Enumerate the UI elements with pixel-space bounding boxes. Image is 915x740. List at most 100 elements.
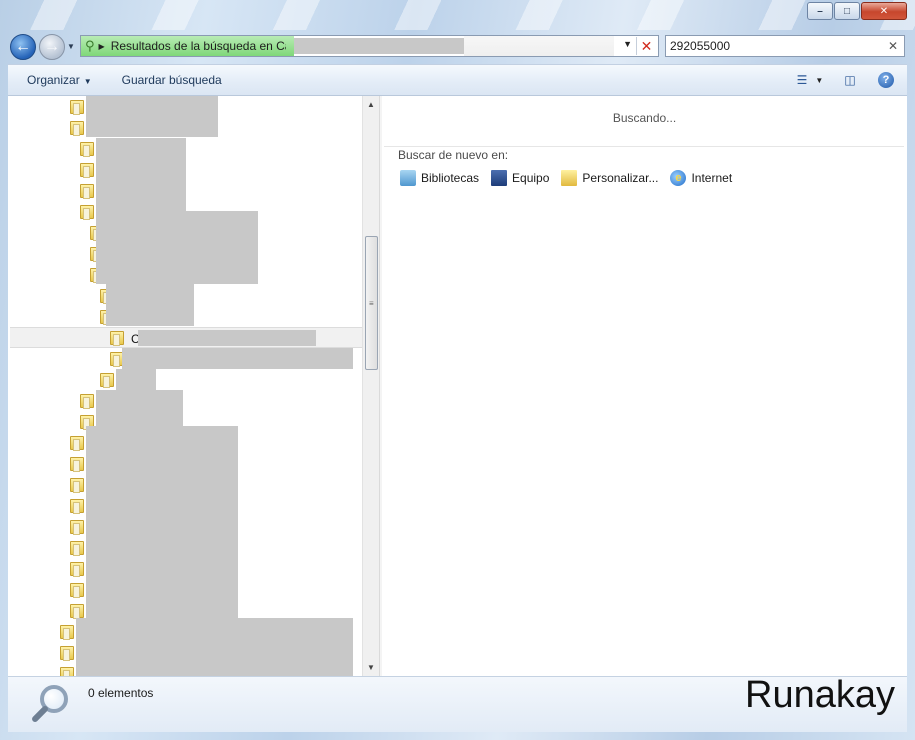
folder-icon xyxy=(60,666,74,676)
folder-icon xyxy=(110,331,124,346)
tree-item[interactable] xyxy=(80,201,94,222)
breadcrumb-arrow-icon[interactable]: ▶ xyxy=(99,42,105,51)
organize-label: Organizar xyxy=(27,73,80,87)
tree-item[interactable] xyxy=(60,621,74,642)
scrollbar-thumb[interactable]: ≡ xyxy=(365,236,378,370)
search-input[interactable]: 292055000 ✕ xyxy=(665,35,905,57)
address-bar[interactable]: ⚲ ▶ Resultados de la búsqueda en Car ▼ ✕ xyxy=(80,35,659,57)
preview-pane-button[interactable]: ◫ xyxy=(839,71,861,89)
forward-button[interactable]: → xyxy=(39,34,65,60)
minimize-icon: – xyxy=(817,5,823,17)
tree-item[interactable] xyxy=(70,96,84,117)
tree-item[interactable] xyxy=(80,159,94,180)
tree-item[interactable] xyxy=(80,180,94,201)
redacted-label xyxy=(76,618,353,676)
search-again-internet[interactable]: e Internet xyxy=(670,170,732,186)
search-again-internet-label: Internet xyxy=(691,171,733,185)
folder-icon xyxy=(80,141,94,157)
folder-icon xyxy=(100,372,114,388)
tree-item[interactable] xyxy=(70,495,84,516)
folder-icon xyxy=(60,645,74,661)
results-pane: Buscando... Buscar de nuevo en: Bibliote… xyxy=(382,96,907,676)
tree-item[interactable] xyxy=(70,558,84,579)
folder-icon xyxy=(80,393,94,409)
scroll-down-icon[interactable]: ▼ xyxy=(367,663,375,672)
tree-item[interactable] xyxy=(80,390,94,411)
tree-item[interactable] xyxy=(70,117,84,138)
stop-search-button[interactable]: ✕ xyxy=(636,37,656,55)
help-icon: ? xyxy=(878,72,894,88)
redacted-label xyxy=(116,369,156,390)
clear-search-icon[interactable]: ✕ xyxy=(888,39,898,53)
redacted-label xyxy=(86,96,218,137)
redacted-label xyxy=(86,426,238,618)
view-options-button[interactable]: ☰ ▼ xyxy=(796,71,824,89)
preview-pane-icon: ◫ xyxy=(844,73,856,87)
view-options-icon: ☰ xyxy=(796,73,808,87)
search-folder-icon: ⚲ xyxy=(85,38,95,53)
tree-item[interactable] xyxy=(80,138,94,159)
recent-pages-dropdown[interactable]: ▼ xyxy=(67,42,75,51)
scroll-up-icon[interactable]: ▲ xyxy=(367,100,375,109)
tree-scrollbar[interactable]: ▲ ≡ ▼ xyxy=(362,96,379,676)
search-magnifier-icon xyxy=(30,685,74,729)
address-redacted xyxy=(294,38,464,54)
folder-icon xyxy=(80,183,94,199)
chevron-down-icon: ▼ xyxy=(83,77,92,86)
search-again-computer[interactable]: Equipo xyxy=(491,170,549,186)
folder-icon xyxy=(70,477,84,493)
address-text[interactable]: Resultados de la búsqueda en Car xyxy=(111,39,286,53)
folder-icon xyxy=(70,540,84,556)
search-again-options: Bibliotecas Equipo Personalizar... e Int… xyxy=(400,170,744,186)
folder-icon xyxy=(80,204,94,220)
folder-icon xyxy=(70,456,84,472)
window-caption-buttons: – □ ✕ xyxy=(806,2,907,20)
tree-item[interactable] xyxy=(60,642,74,663)
chevron-down-icon: ▼ xyxy=(815,75,824,85)
internet-icon: e xyxy=(670,170,687,186)
searching-status: Buscando... xyxy=(612,111,677,125)
back-button[interactable]: ← xyxy=(10,34,36,60)
folder-icon xyxy=(70,99,84,115)
save-search-button[interactable]: Guardar búsqueda xyxy=(122,71,222,89)
forward-arrow-icon: → xyxy=(44,38,60,55)
search-again-label: Buscar de nuevo en: xyxy=(398,148,509,162)
search-input-value[interactable]: 292055000 xyxy=(670,39,730,53)
maximize-button[interactable]: □ xyxy=(834,2,860,20)
tree-item[interactable] xyxy=(70,432,84,453)
close-button[interactable]: ✕ xyxy=(861,2,907,20)
selected-tree-item[interactable]: C xyxy=(10,327,362,348)
folder-icon xyxy=(70,582,84,598)
minimize-button[interactable]: – xyxy=(807,2,833,20)
tree-item[interactable] xyxy=(100,369,114,390)
divider xyxy=(384,146,904,147)
search-again-libraries[interactable]: Bibliotecas xyxy=(400,170,479,186)
watermark-text: Runakay xyxy=(745,674,895,716)
navigation-bar: ← → ▼ ⚲ ▶ Resultados de la búsqueda en C… xyxy=(8,32,908,60)
tree-item[interactable] xyxy=(70,579,84,600)
tree-item[interactable] xyxy=(70,537,84,558)
organize-menu-button[interactable]: Organizar ▼ xyxy=(27,71,92,89)
grip-icon: ≡ xyxy=(369,299,374,308)
maximize-icon: □ xyxy=(843,5,851,17)
tree-item[interactable] xyxy=(70,453,84,474)
redacted-label xyxy=(106,284,194,326)
address-dropdown-icon[interactable]: ▼ xyxy=(623,39,632,49)
tree-item[interactable] xyxy=(70,474,84,495)
item-count: 0 elementos xyxy=(88,686,154,700)
tree-item[interactable] xyxy=(60,663,74,676)
save-search-label: Guardar búsqueda xyxy=(121,73,222,87)
folder-icon xyxy=(70,498,84,514)
redacted-label xyxy=(138,330,316,346)
tree-item[interactable] xyxy=(70,516,84,537)
search-again-libraries-label: Bibliotecas xyxy=(421,171,480,185)
navigation-pane[interactable]: C xyxy=(8,96,362,676)
folder-icon xyxy=(80,162,94,178)
redacted-label xyxy=(96,138,186,211)
search-again-custom[interactable]: Personalizar... xyxy=(561,170,658,186)
command-toolbar: Organizar ▼ Guardar búsqueda ☰ ▼ ◫ ? xyxy=(8,64,907,96)
folder-icon xyxy=(70,519,84,535)
help-button[interactable]: ? xyxy=(875,71,897,89)
back-arrow-icon: ← xyxy=(15,38,31,55)
folder-icon xyxy=(70,603,84,619)
